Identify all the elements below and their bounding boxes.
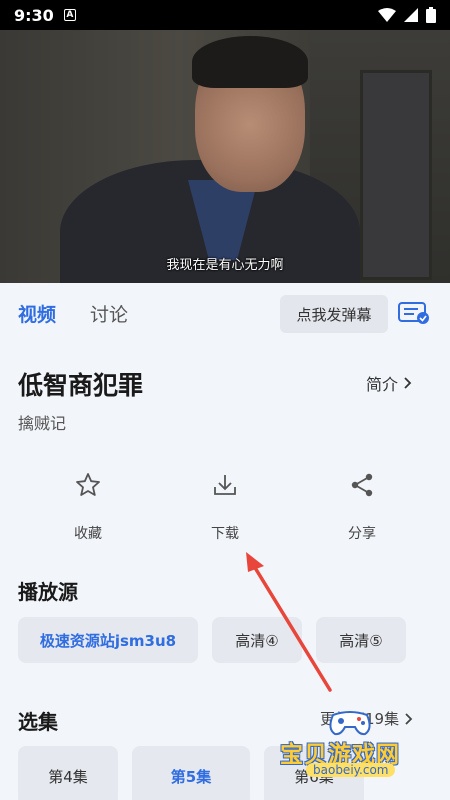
chevron-right-icon <box>404 377 412 389</box>
download-label: 下载 <box>211 526 239 542</box>
danmu-settings-icon[interactable] <box>398 301 430 325</box>
send-danmu-button[interactable]: 点我发弹幕 <box>280 295 388 333</box>
action-bar: 收藏 下载 分享 <box>0 470 450 550</box>
show-title: 低智商犯罪 <box>18 371 144 400</box>
source-chip[interactable]: 高清⑤ <box>316 617 406 663</box>
status-bar: 9:30 A <box>0 0 450 30</box>
download-button[interactable]: 下载 <box>180 470 270 543</box>
sources-section-title: 播放源 <box>18 580 78 604</box>
download-icon <box>214 475 236 495</box>
episode-chip[interactable]: 第5集 <box>132 746 250 800</box>
battery-icon <box>426 7 436 23</box>
watermark-url: baobeiy.com <box>306 763 396 777</box>
episodes-section-title: 选集 <box>18 710 58 734</box>
tab-discussion[interactable]: 讨论 <box>90 300 128 327</box>
video-player[interactable]: 我现在是有心无力啊 <box>0 30 450 283</box>
watermark-logo: 宝贝游戏网 baobeiy.com <box>270 705 440 793</box>
signal-icon <box>404 8 418 22</box>
source-chip[interactable]: 高清④ <box>212 617 302 663</box>
share-icon <box>351 473 373 497</box>
wifi-icon <box>378 8 396 22</box>
share-label: 分享 <box>348 526 376 542</box>
star-icon <box>76 473 100 496</box>
gamepad-icon <box>329 711 371 736</box>
notification-a-icon: A <box>63 9 76 21</box>
intro-link[interactable]: 简介 <box>366 371 412 395</box>
detail-tabs: 视频 讨论 点我发弹幕 <box>0 283 450 343</box>
source-list: 极速资源站jsm3u8 高清④ 高清⑤ <box>18 617 406 663</box>
tab-video[interactable]: 视频 <box>18 300 56 327</box>
share-button[interactable]: 分享 <box>317 470 407 543</box>
episode-chip[interactable]: 第4集 <box>18 746 118 800</box>
status-time: 9:30 <box>14 5 54 25</box>
source-chip[interactable]: 极速资源站jsm3u8 <box>18 617 198 663</box>
video-frame-door <box>360 70 432 280</box>
intro-label: 简介 <box>366 375 399 394</box>
video-subtitle: 我现在是有心无力啊 <box>166 258 284 273</box>
favorite-button[interactable]: 收藏 <box>43 470 133 543</box>
favorite-label: 收藏 <box>74 526 102 542</box>
show-subtitle: 擒贼记 <box>18 414 67 433</box>
video-frame-person-hair <box>192 36 308 88</box>
